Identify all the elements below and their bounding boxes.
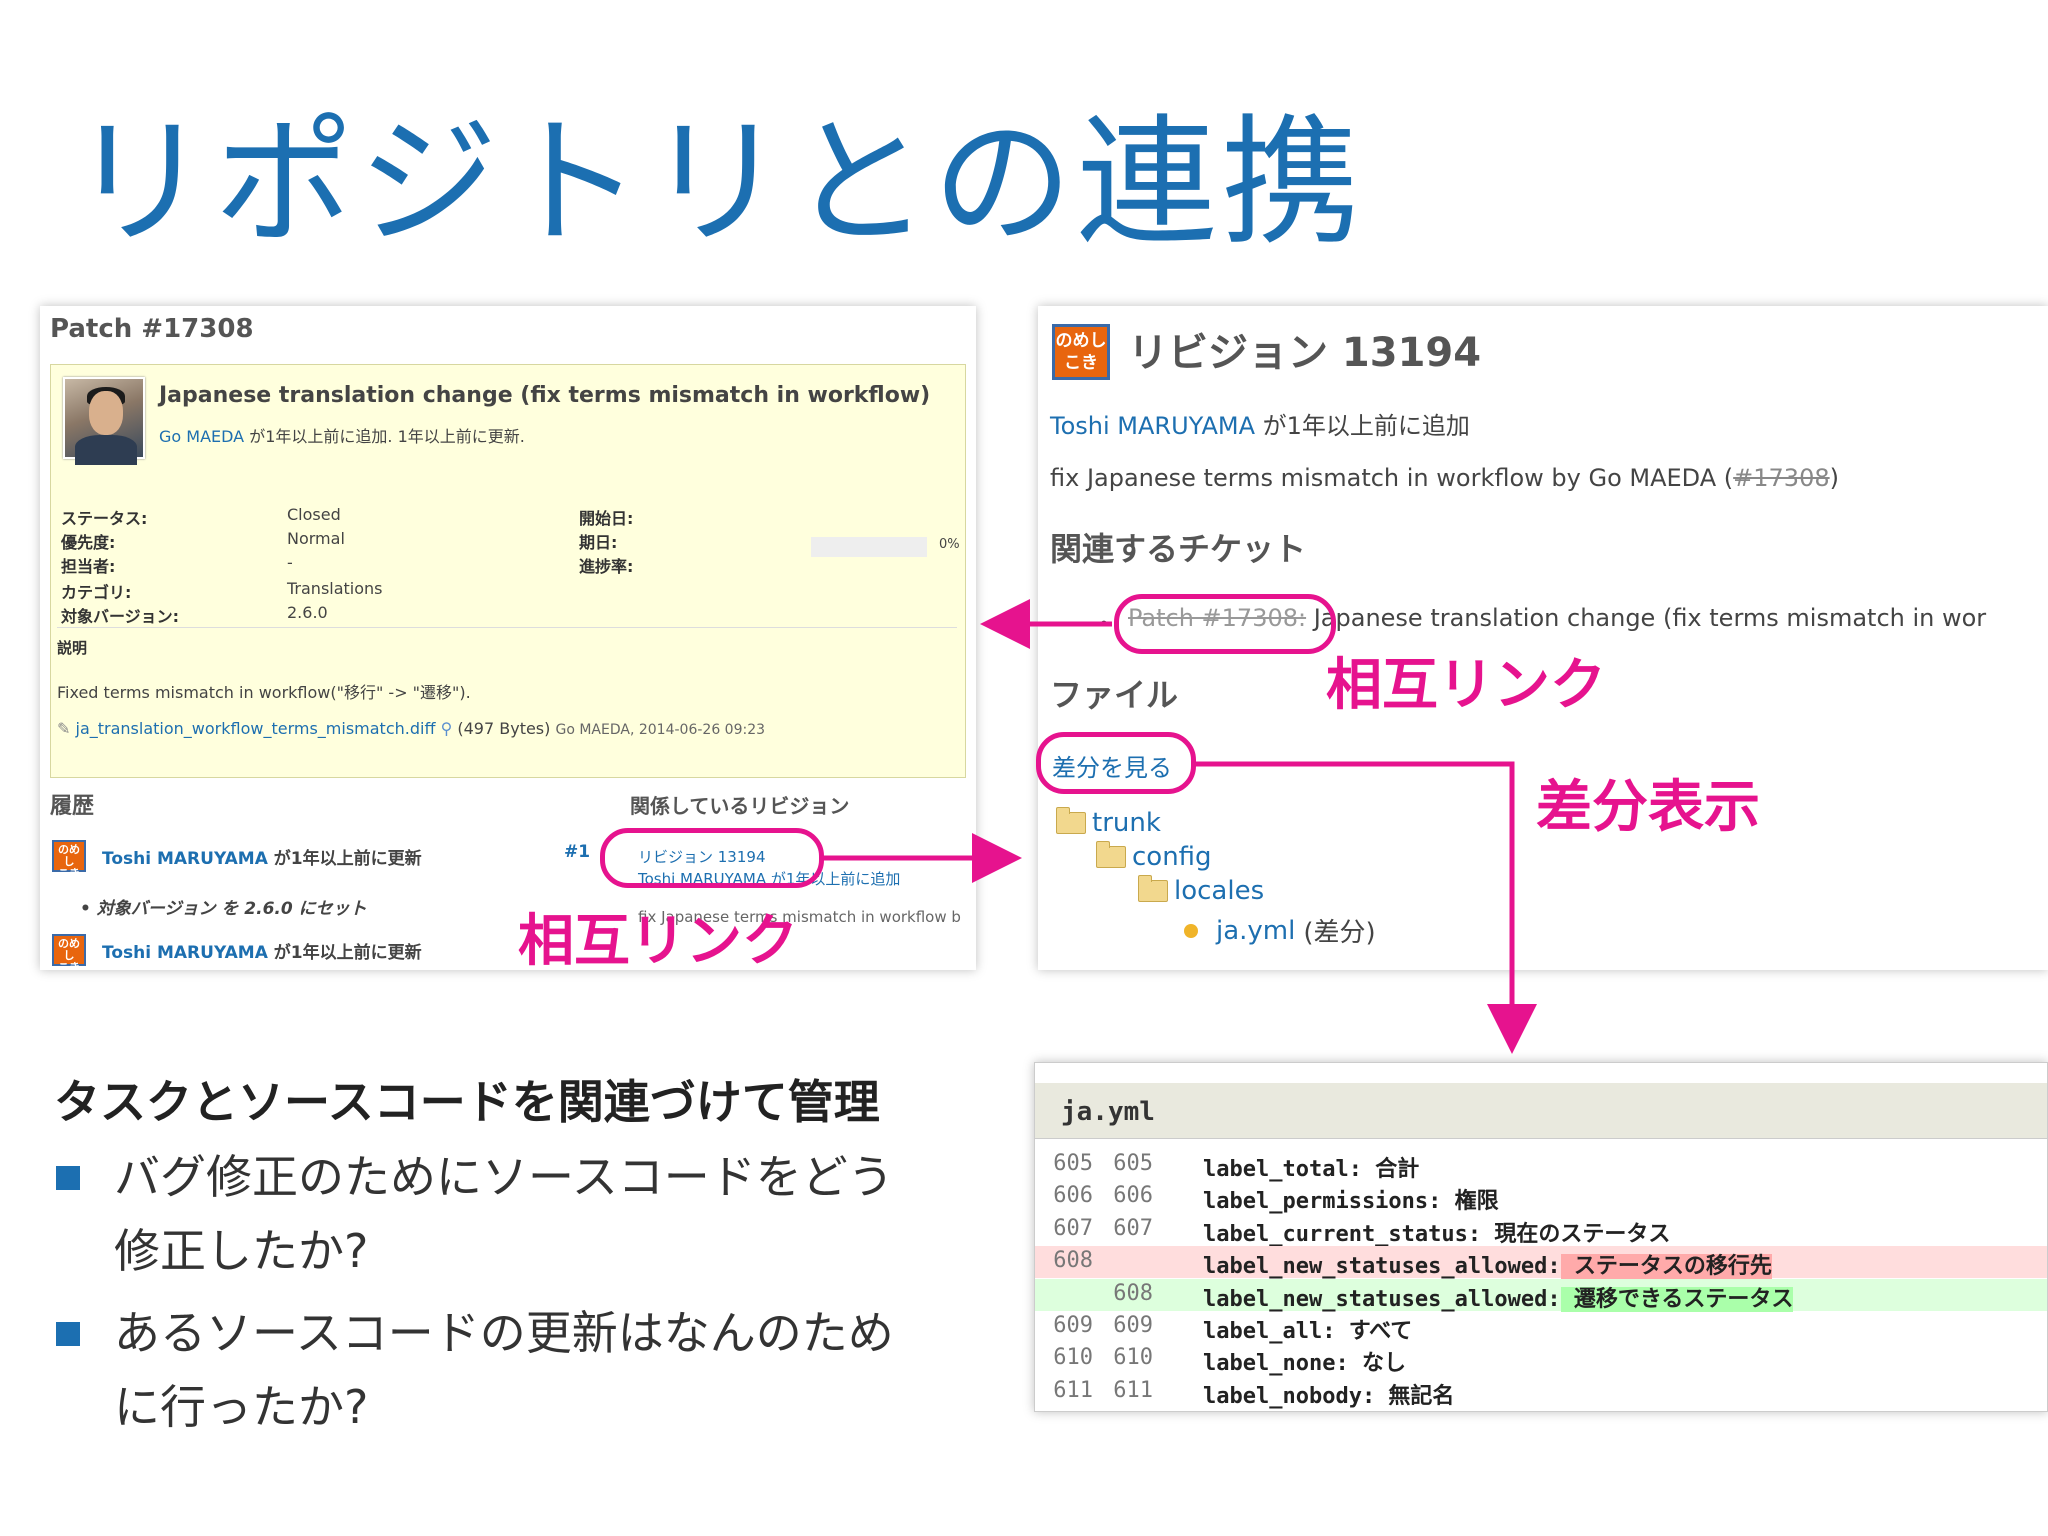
bullet-text: バグ修正のためにソースコードをどう 修正したか? (114, 1140, 894, 1288)
bullet-line: バグ修正のためにソースコードをどう (114, 1150, 894, 1204)
bullet-square-icon (56, 1166, 80, 1190)
bullet-text: あるソースコードの更新はなんのため に行ったか? (114, 1296, 894, 1444)
arrow-to-diff (1194, 761, 1537, 1054)
highlight-ring-related-ticket (1114, 594, 1336, 654)
summary-heading: タスクとソースコードを関連づけて管理 (54, 1075, 880, 1129)
highlight-ring-related-revision (600, 828, 824, 888)
bullet-line: あるソースコードの更新はなんのため (114, 1306, 894, 1360)
bullet-square-icon (56, 1322, 80, 1346)
callout-diff-view: 差分表示 (1536, 775, 1760, 840)
bullet-line: 修正したか? (114, 1224, 369, 1278)
highlight-ring-view-diff (1036, 732, 1196, 794)
bullet-line: に行ったか? (114, 1380, 369, 1434)
callout-mutual-link-issue: 相互リンク (518, 909, 798, 974)
callout-mutual-link-revision: 相互リンク (1326, 653, 1606, 718)
